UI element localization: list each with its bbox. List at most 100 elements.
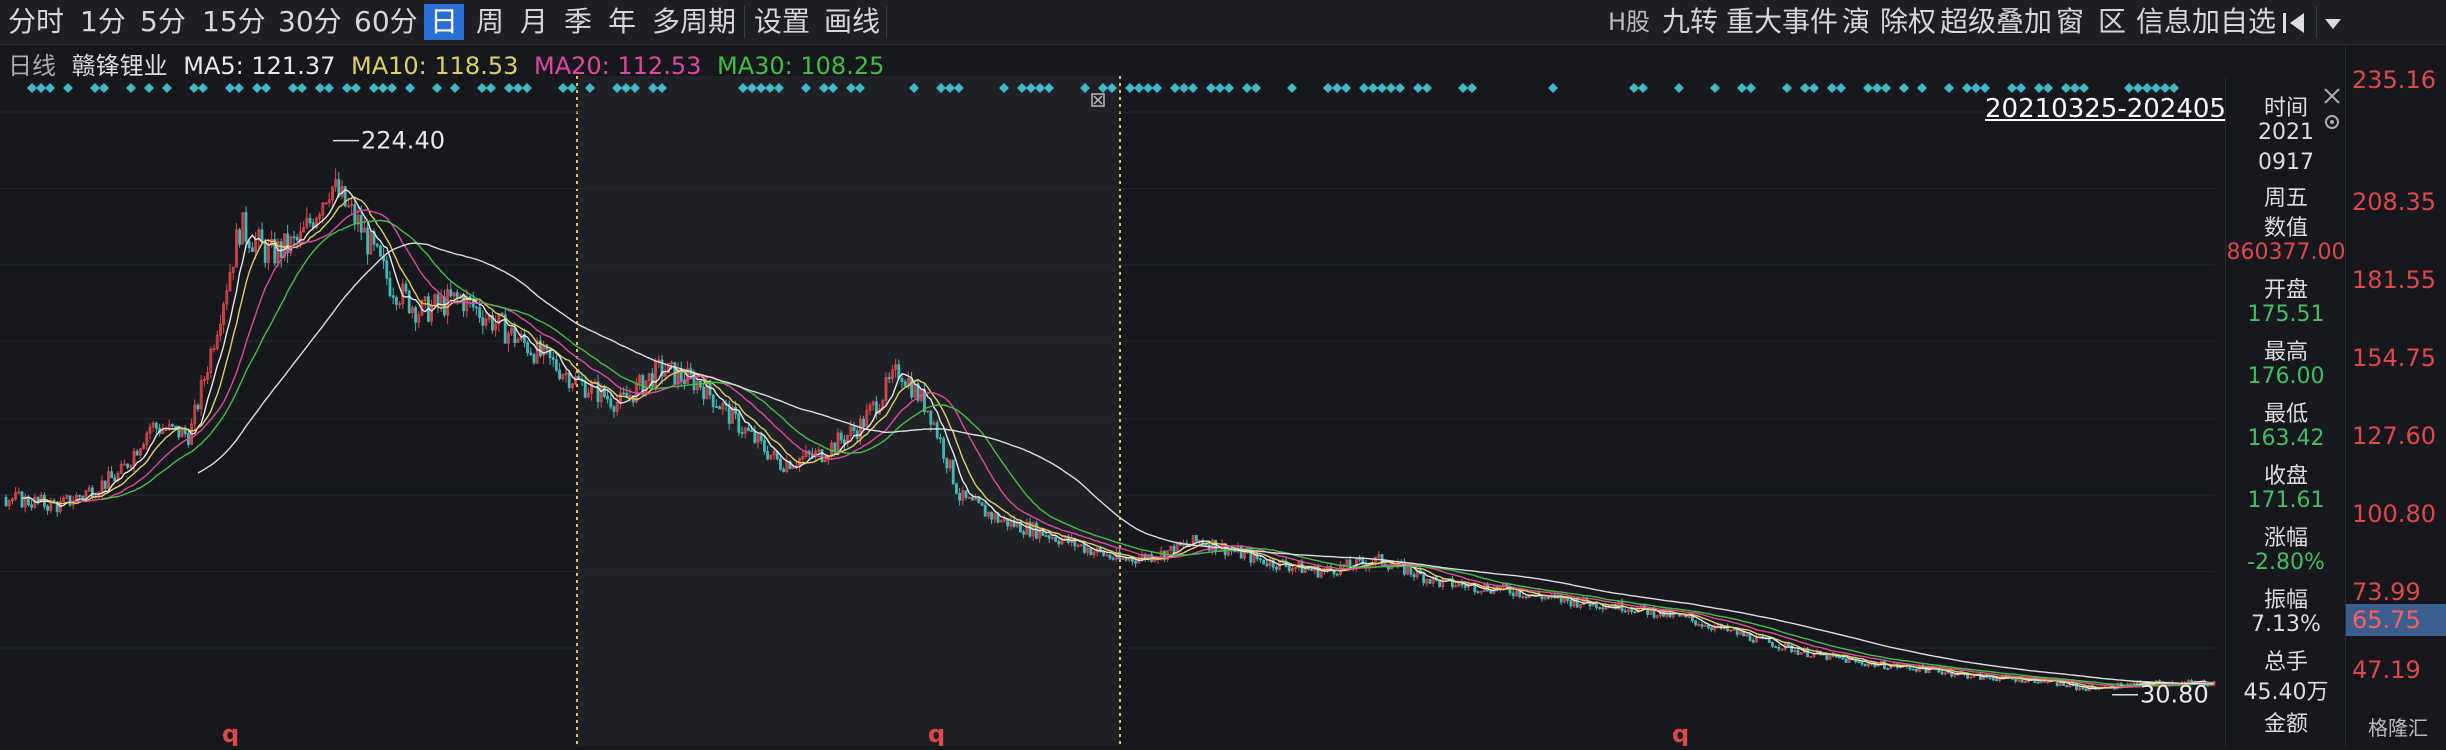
event-dot[interactable] (2070, 83, 2080, 93)
event-dot[interactable] (1899, 83, 1909, 93)
event-dot[interactable] (297, 83, 307, 93)
kline-chart-canvas[interactable]: 224.40 30.80 q q q (0, 76, 2225, 748)
event-dot[interactable] (1881, 83, 1891, 93)
event-dot[interactable] (1863, 83, 1873, 93)
event-dot[interactable] (1458, 83, 1468, 93)
event-dot[interactable] (2061, 83, 2071, 93)
add-watchlist-button[interactable]: 加自选 (2186, 4, 2282, 40)
event-dot[interactable] (144, 83, 154, 93)
range-button[interactable]: 区 (2092, 4, 2132, 40)
event-mark-q[interactable]: q (222, 720, 239, 748)
settings-button[interactable]: 设置 (748, 4, 816, 40)
hk-share-button[interactable]: H股 (1602, 4, 1656, 40)
draw-line-button[interactable]: 画线 (818, 4, 886, 40)
event-dot[interactable] (2007, 83, 2017, 93)
event-dot[interactable] (432, 83, 442, 93)
event-dot[interactable] (36, 83, 46, 93)
multi-period-button[interactable]: 多周期 (646, 4, 742, 40)
major-events-button[interactable]: 重大事件 (1720, 4, 1844, 40)
period-tab-week[interactable]: 周 (470, 4, 510, 40)
event-dot[interactable] (1710, 83, 1720, 93)
ex-rights-button[interactable]: 除权 (1874, 4, 1942, 40)
event-dot[interactable] (99, 83, 109, 93)
event-dot[interactable] (1359, 83, 1369, 93)
event-dot[interactable] (1134, 83, 1144, 93)
event-dot[interactable] (189, 83, 199, 93)
event-dot[interactable] (1224, 83, 1234, 93)
event-dot[interactable] (351, 83, 361, 93)
event-dot[interactable] (1242, 83, 1252, 93)
event-dot[interactable] (378, 83, 388, 93)
period-tab-15min[interactable]: 15分 (196, 4, 272, 40)
event-mark-q[interactable]: q (928, 720, 945, 748)
event-dot[interactable] (450, 83, 460, 93)
event-dot[interactable] (198, 83, 208, 93)
period-tab-60min[interactable]: 60分 (348, 4, 424, 40)
event-dot[interactable] (261, 83, 271, 93)
event-dot[interactable] (1377, 83, 1387, 93)
event-dot[interactable] (513, 83, 523, 93)
event-dot[interactable] (1872, 83, 1882, 93)
event-dot[interactable] (1287, 83, 1297, 93)
event-dot[interactable] (1341, 83, 1351, 93)
event-dot[interactable] (1836, 83, 1846, 93)
collapse-left-icon[interactable] (2280, 10, 2310, 36)
event-dot[interactable] (2124, 83, 2134, 93)
event-dot[interactable] (567, 83, 577, 93)
event-dot[interactable] (1827, 83, 1837, 93)
event-dot[interactable] (1323, 83, 1333, 93)
period-tab-day[interactable]: 日 (424, 4, 465, 40)
event-dot[interactable] (1548, 83, 1558, 93)
event-dot[interactable] (1413, 83, 1423, 93)
kline-chart[interactable]: 224.40 30.80 q q q (0, 76, 2225, 748)
event-dot[interactable] (2169, 83, 2179, 93)
event-dot[interactable] (405, 83, 415, 93)
event-dot[interactable] (2151, 83, 2161, 93)
event-dot[interactable] (2142, 83, 2152, 93)
event-dot[interactable] (27, 83, 37, 93)
event-dot[interactable] (1737, 83, 1747, 93)
event-dot[interactable] (90, 83, 100, 93)
event-dot[interactable] (45, 83, 55, 93)
event-dot[interactable] (1206, 83, 1216, 93)
event-dot[interactable] (1674, 83, 1684, 93)
event-dot[interactable] (234, 83, 244, 93)
event-dot[interactable] (1152, 83, 1162, 93)
event-dot[interactable] (504, 83, 514, 93)
event-dot[interactable] (1782, 83, 1792, 93)
period-tab-year[interactable]: 年 (602, 4, 642, 40)
event-dot[interactable] (1980, 83, 1990, 93)
event-dot[interactable] (1170, 83, 1180, 93)
event-dot[interactable] (1386, 83, 1396, 93)
event-dot[interactable] (2133, 83, 2143, 93)
event-dot[interactable] (369, 83, 379, 93)
event-dot[interactable] (1629, 83, 1639, 93)
event-dot[interactable] (477, 83, 487, 93)
event-dot[interactable] (1332, 83, 1342, 93)
event-dot[interactable] (387, 83, 397, 93)
event-dot[interactable] (2016, 83, 2026, 93)
event-dot[interactable] (1179, 83, 1189, 93)
event-dot[interactable] (1971, 83, 1981, 93)
event-dot[interactable] (558, 83, 568, 93)
window-button[interactable]: 窗 (2050, 4, 2090, 40)
event-dot[interactable] (225, 83, 235, 93)
date-range-label[interactable]: 20210325-20240528 (1985, 94, 2259, 124)
period-tab-1min[interactable]: 1分 (74, 4, 132, 40)
event-dot[interactable] (252, 83, 262, 93)
event-dot[interactable] (1917, 83, 1927, 93)
event-dot[interactable] (1809, 83, 1819, 93)
event-dot[interactable] (1368, 83, 1378, 93)
period-tab-month[interactable]: 月 (514, 4, 554, 40)
event-dot[interactable] (1638, 83, 1648, 93)
event-dot[interactable] (1467, 83, 1477, 93)
event-dot[interactable] (1944, 83, 1954, 93)
event-dot[interactable] (288, 83, 298, 93)
event-dot[interactable] (1143, 83, 1153, 93)
event-dot[interactable] (1188, 83, 1198, 93)
event-dot[interactable] (2160, 83, 2170, 93)
period-tab-30min[interactable]: 30分 (272, 4, 348, 40)
event-dot[interactable] (324, 83, 334, 93)
demo-button[interactable]: 演 (1836, 4, 1876, 40)
event-dot[interactable] (1962, 83, 1972, 93)
